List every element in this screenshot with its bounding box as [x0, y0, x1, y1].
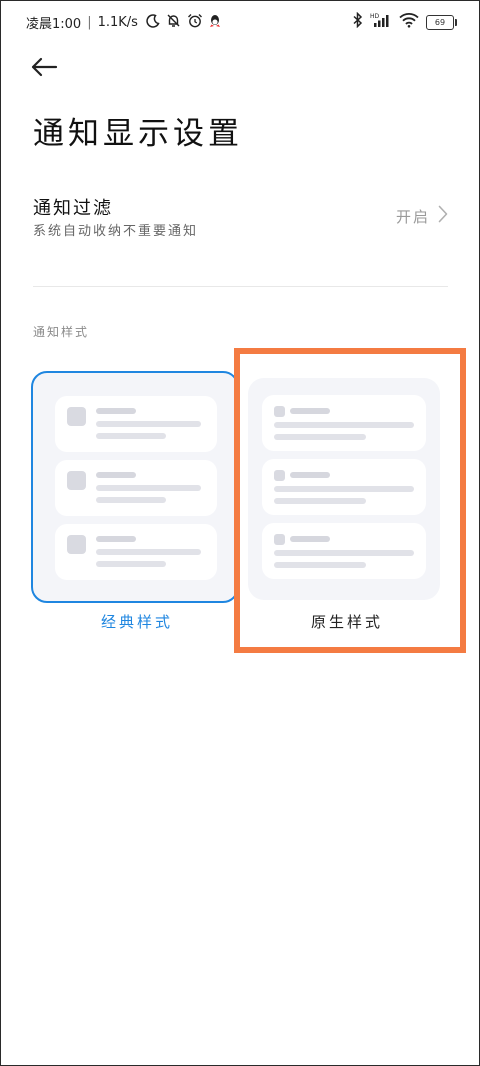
notification-style-section-label: 通知样式: [33, 325, 90, 339]
bluetooth-icon: [353, 11, 363, 32]
preview-card: [262, 523, 426, 579]
native-style-preview: [248, 378, 440, 600]
native-style-label[interactable]: 原生样式: [311, 611, 383, 632]
native-style-option[interactable]: [248, 378, 440, 600]
status-left: 凌晨1:00 | 1.1K/s: [26, 13, 221, 32]
notification-filter-description: 系统自动收纳不重要通知: [33, 224, 199, 239]
classic-style-option[interactable]: [31, 371, 239, 603]
svg-text:HD: HD: [370, 13, 380, 20]
status-network-speed: 1.1K/s: [97, 15, 138, 30]
status-bar: 凌晨1:00 | 1.1K/s HD 69: [0, 0, 480, 44]
notification-filter-title: 通知过滤: [33, 198, 113, 219]
divider: [33, 286, 448, 287]
page-title: 通知显示设置: [33, 116, 243, 152]
preview-card: [55, 396, 217, 452]
status-time: 凌晨1:00: [26, 17, 82, 32]
back-button[interactable]: [30, 54, 62, 84]
classic-style-preview: [31, 371, 239, 603]
classic-style-label[interactable]: 经典样式: [101, 611, 173, 632]
notification-filter-value: 开启: [396, 205, 448, 227]
status-separator: |: [87, 15, 92, 30]
chevron-right-icon: [438, 205, 448, 227]
arrow-left-icon: [30, 56, 58, 82]
battery-icon: 69: [426, 14, 457, 30]
alarm-icon: [187, 13, 203, 32]
preview-card: [262, 459, 426, 515]
signal-hd-icon: HD: [370, 12, 392, 32]
status-right: HD 69: [353, 11, 457, 32]
notification-filter-state: 开启: [395, 207, 430, 226]
preview-card: [55, 460, 217, 516]
bell-off-icon: [166, 13, 181, 32]
wifi-icon: [399, 12, 419, 32]
moon-icon: [146, 13, 160, 32]
qq-icon: [209, 14, 221, 32]
status-icons-left: [146, 13, 221, 32]
preview-card: [55, 524, 217, 580]
preview-card: [262, 395, 426, 451]
notification-filter-row[interactable]: 通知过滤 系统自动收纳不重要通知 开启: [33, 194, 448, 246]
